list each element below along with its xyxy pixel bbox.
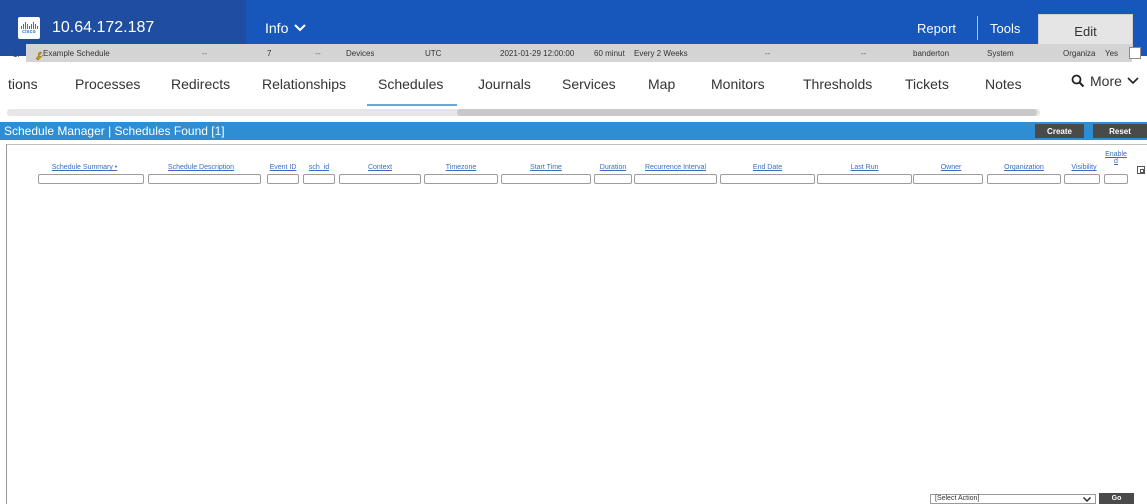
tab-relationships[interactable]: Relationships: [262, 76, 346, 92]
cell-end-date: --: [764, 49, 771, 58]
create-button[interactable]: Create: [1035, 124, 1084, 138]
tab-services[interactable]: Services: [562, 76, 616, 92]
cell-timezone: UTC: [425, 49, 442, 58]
column-header-enabled-line2[interactable]: d: [1104, 158, 1128, 165]
tab-actions[interactable]: tions: [8, 76, 38, 92]
cell-event-id: 7: [267, 49, 272, 58]
column-header-visibility[interactable]: Visibility: [1064, 164, 1104, 171]
cell-last-run: --: [860, 49, 867, 58]
chevron-down-icon: [1083, 497, 1091, 502]
tab-tickets[interactable]: Tickets: [905, 76, 949, 92]
column-header-timezone[interactable]: Timezone: [424, 164, 498, 171]
cell-enabled: Yes: [1105, 49, 1119, 58]
column-header-sch-id[interactable]: sch_id: [303, 164, 335, 171]
tab-monitors[interactable]: Monitors: [711, 76, 765, 92]
tab-redirects[interactable]: Redirects: [171, 76, 230, 92]
cell-sch-id: --: [315, 49, 321, 58]
filter-owner[interactable]: [913, 174, 983, 184]
filter-sch-id[interactable]: [303, 174, 335, 184]
column-header-duration[interactable]: Duration: [594, 164, 632, 171]
cell-context: Devices: [346, 49, 375, 58]
filter-end-date[interactable]: [720, 174, 815, 184]
filter-enabled[interactable]: [1104, 174, 1128, 184]
column-header-event-id[interactable]: Event ID: [267, 164, 299, 171]
column-header-schedule-summary[interactable]: Schedule Summary •: [38, 164, 131, 171]
column-header-end-date[interactable]: End Date: [720, 164, 815, 171]
filter-timezone[interactable]: [424, 174, 498, 184]
column-header-organization[interactable]: Organization: [987, 164, 1061, 171]
info-label: Info: [265, 20, 289, 36]
cell-duration: 60 minut: [594, 49, 625, 58]
tab-journals[interactable]: Journals: [478, 76, 531, 92]
select-action-dropdown[interactable]: [Select Action]: [930, 494, 1096, 504]
filter-last-run[interactable]: [817, 174, 912, 184]
column-header-enabled-line1[interactable]: Enable: [1104, 151, 1128, 158]
column-header-schedule-description[interactable]: Schedule Description: [148, 164, 254, 171]
filter-start-time[interactable]: [501, 174, 591, 184]
row-select-checkbox[interactable]: [1129, 47, 1141, 59]
cell-start-time: 2021-01-29 12:00:00: [500, 49, 575, 58]
column-header-recurrence-interval[interactable]: Recurrence Interval: [634, 164, 717, 171]
filter-visibility[interactable]: [1064, 174, 1100, 184]
cisco-logo: cisco: [18, 17, 40, 39]
tab-notes[interactable]: Notes: [985, 76, 1022, 92]
row-number: 1.: [13, 50, 20, 59]
filter-event-id[interactable]: [267, 174, 299, 184]
filter-duration[interactable]: [594, 174, 632, 184]
cell-owner: banderton: [913, 49, 950, 58]
device-ip: 10.64.172.187: [52, 19, 155, 36]
filter-recurrence-interval[interactable]: [634, 174, 717, 184]
tab-bar: tions Processes Redirects Relationships …: [0, 56, 1147, 108]
grid-settings-icon[interactable]: [1137, 166, 1145, 174]
cell-recurrence-interval: Every 2 Weeks: [634, 49, 688, 58]
toolbar-divider: [977, 16, 978, 40]
column-header-context[interactable]: Context: [339, 164, 421, 171]
tab-map[interactable]: Map: [648, 76, 675, 92]
more-label: More: [1090, 73, 1122, 89]
reset-button[interactable]: Reset: [1093, 124, 1147, 138]
column-header-start-time[interactable]: Start Time: [501, 164, 591, 171]
search-icon: [1071, 74, 1085, 88]
tab-scrollbar[interactable]: [7, 109, 1040, 116]
cell-schedule-summary[interactable]: Example Schedule: [43, 49, 110, 58]
filter-schedule-summary[interactable]: [38, 174, 144, 184]
tab-processes[interactable]: Processes: [75, 76, 140, 92]
chevron-down-icon: [1127, 77, 1139, 85]
chevron-down-icon: [294, 24, 307, 32]
tab-thresholds[interactable]: Thresholds: [803, 76, 872, 92]
more-tabs-button[interactable]: More: [1071, 73, 1139, 89]
cell-visibility: Organiza: [1063, 49, 1096, 58]
schedule-table: Schedule Summary • Schedule Description …: [6, 144, 1147, 504]
cell-organization: System: [987, 49, 1014, 58]
schedule-manager-title: Schedule Manager | Schedules Found [1]: [4, 124, 225, 138]
filter-schedule-description[interactable]: [148, 174, 261, 184]
filter-organization[interactable]: [987, 174, 1061, 184]
active-tab-indicator: [367, 104, 457, 106]
column-header-owner[interactable]: Owner: [913, 164, 989, 171]
select-action-value: [Select Action]: [935, 495, 980, 502]
filter-context[interactable]: [339, 174, 421, 184]
edit-button[interactable]: Edit: [1038, 14, 1133, 48]
tab-schedules[interactable]: Schedules: [378, 76, 443, 92]
column-header-last-run[interactable]: Last Run: [817, 164, 912, 171]
cell-schedule-description: --: [201, 49, 208, 58]
tab-scrollbar-thumb[interactable]: [457, 109, 1037, 116]
schedule-manager-header: Schedule Manager | Schedules Found [1] C…: [0, 122, 1147, 140]
go-button[interactable]: Go: [1099, 493, 1134, 504]
